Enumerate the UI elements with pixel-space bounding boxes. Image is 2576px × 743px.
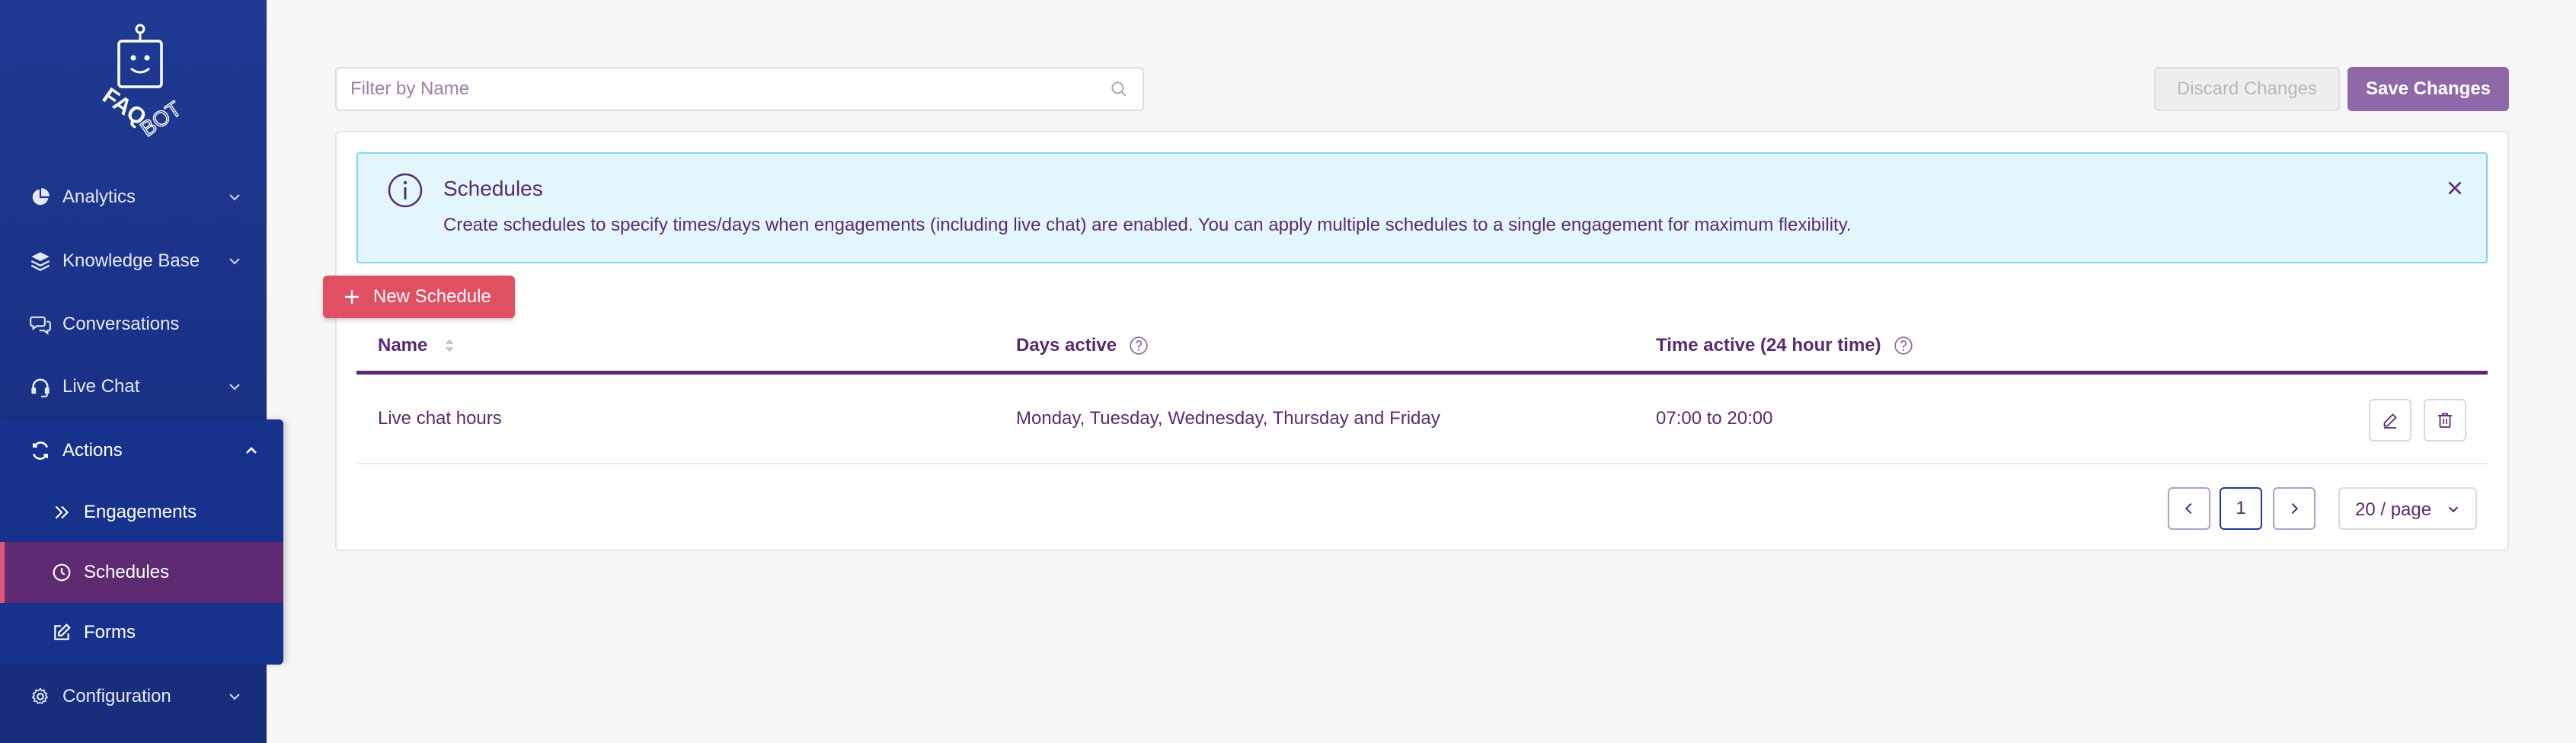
pie-chart-icon xyxy=(29,186,52,209)
sidebar-item-label: Actions xyxy=(62,440,123,461)
table-header: Name Days active Time active (24 hour ti… xyxy=(356,318,2488,375)
double-chevron-icon xyxy=(50,501,73,524)
delete-button[interactable] xyxy=(2424,399,2466,442)
edit-form-icon xyxy=(50,621,73,644)
filter-by-name-input[interactable] xyxy=(350,69,1082,110)
previous-page-button[interactable] xyxy=(2168,487,2210,530)
sidebar-item-live-chat[interactable]: Live Chat xyxy=(0,356,267,418)
chevron-down-icon xyxy=(229,194,240,201)
close-icon[interactable] xyxy=(2445,178,2465,198)
sidebar-subitem-label: Forms xyxy=(84,622,136,643)
sidebar-item-label: Live Chat xyxy=(62,376,140,397)
sidebar-item-actions[interactable]: Actions xyxy=(0,419,283,482)
layers-icon xyxy=(29,250,52,273)
chevron-down-icon xyxy=(229,694,240,700)
discard-changes-button[interactable]: Discard Changes xyxy=(2154,67,2340,111)
save-changes-button[interactable]: Save Changes xyxy=(2347,67,2509,111)
sidebar-item-label: Knowledge Base xyxy=(62,250,200,271)
sidebar-subitem-label: Engagements xyxy=(84,502,197,522)
page-number-button[interactable]: 1 xyxy=(2220,487,2262,530)
edit-button[interactable] xyxy=(2369,399,2411,442)
clock-icon xyxy=(50,561,73,584)
alert-title: Schedules xyxy=(443,177,543,200)
chevron-right-icon xyxy=(2291,502,2299,515)
alert-description: Create schedules to specify times/days w… xyxy=(443,215,1852,235)
column-header-name[interactable]: Name xyxy=(378,335,459,356)
search-icon[interactable] xyxy=(1109,79,1129,99)
chevron-down-icon xyxy=(229,258,240,265)
sidebar-item-configuration[interactable]: Configuration xyxy=(0,665,267,728)
column-header-time-active: Time active (24 hour time) xyxy=(1656,335,1913,356)
help-circle-icon[interactable] xyxy=(1129,336,1149,356)
info-alert: Schedules Create schedules to specify ti… xyxy=(356,152,2488,263)
help-circle-icon[interactable] xyxy=(1894,336,1913,356)
sidebar-item-conversations[interactable]: Conversations xyxy=(0,293,267,356)
sidebar-subitem-forms[interactable]: Forms xyxy=(0,602,283,663)
next-page-button[interactable] xyxy=(2273,487,2316,530)
sidebar-item-label: Conversations xyxy=(62,314,180,334)
page-size-value: 20 / page xyxy=(2355,499,2432,520)
faq-bot-logo[interactable]: FAQ BOT xyxy=(85,21,184,145)
sidebar-subitem-schedules[interactable]: Schedules xyxy=(0,542,283,603)
schedule-time: 07:00 to 20:00 xyxy=(1656,408,1773,429)
sidebar-subitem-engagements[interactable]: Engagements xyxy=(0,482,283,543)
filter-box xyxy=(335,67,1144,111)
sidebar-item-knowledge-base[interactable]: Knowledge Base xyxy=(0,230,267,292)
table-row[interactable]: Live chat hours Monday, Tuesday, Wednesd… xyxy=(356,375,2488,464)
trash-icon xyxy=(2438,413,2452,428)
schedule-name: Live chat hours xyxy=(378,408,502,429)
sidebar-item-label: Analytics xyxy=(62,187,136,207)
sidebar-subitem-label: Schedules xyxy=(84,562,170,582)
sidebar-item-label: Configuration xyxy=(62,686,171,706)
chevron-down-icon xyxy=(2448,506,2459,513)
actions-submenu: Actions Engagements Schedules Forms xyxy=(0,419,283,665)
sidebar-item-analytics[interactable]: Analytics xyxy=(0,166,267,228)
new-schedule-label: New Schedule xyxy=(373,286,491,307)
sort-icon[interactable] xyxy=(439,336,459,356)
page-size-select[interactable]: 20 / page xyxy=(2338,487,2477,530)
chevron-left-icon xyxy=(2184,502,2192,515)
chevron-up-icon xyxy=(246,447,257,454)
gear-icon xyxy=(29,685,52,708)
new-schedule-button[interactable]: New Schedule xyxy=(323,276,515,318)
plus-icon xyxy=(345,290,359,304)
svg-text:BOT: BOT xyxy=(136,97,184,141)
info-icon xyxy=(388,173,423,208)
chevron-down-icon xyxy=(229,384,240,391)
pencil-icon xyxy=(2383,413,2397,429)
headset-icon xyxy=(29,375,52,398)
sync-icon xyxy=(29,439,52,462)
column-header-days-active: Days active xyxy=(1016,335,1149,356)
schedule-days: Monday, Tuesday, Wednesday, Thursday and… xyxy=(1016,408,1440,429)
chat-bubbles-icon xyxy=(29,313,52,336)
